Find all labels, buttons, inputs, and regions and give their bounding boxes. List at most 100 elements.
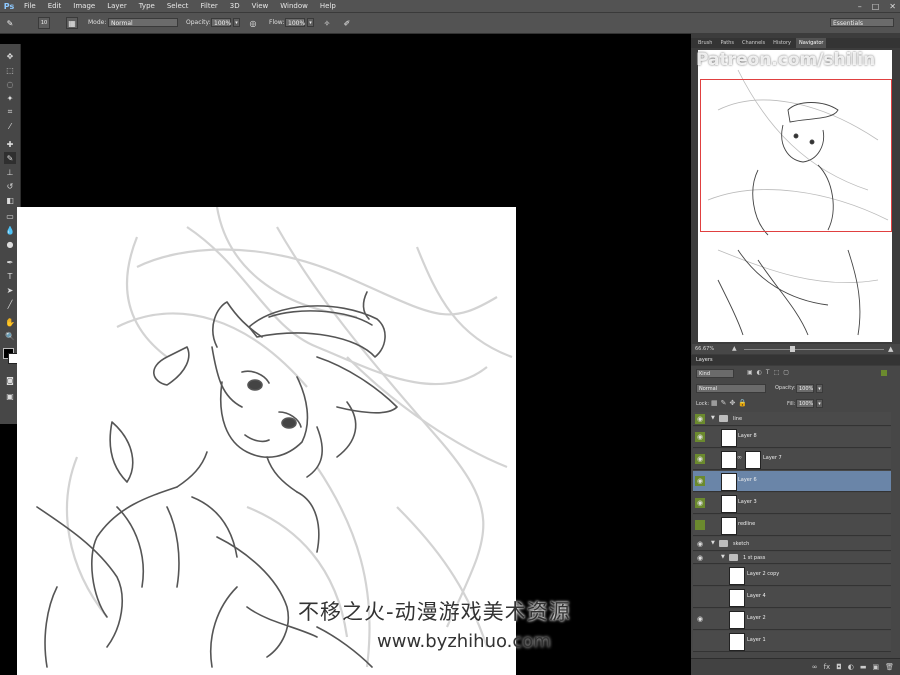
- add-mask-icon[interactable]: ◘: [836, 663, 842, 671]
- layer-row[interactable]: redline: [693, 515, 891, 536]
- minimize-button[interactable]: –: [858, 2, 862, 11]
- new-layer-icon[interactable]: ▣: [872, 663, 879, 671]
- visibility-eye-icon[interactable]: ◉: [695, 498, 705, 508]
- layer-row-selected[interactable]: ◉ Layer 6: [693, 471, 891, 492]
- navigator-zoom-value[interactable]: 66.67%: [695, 346, 714, 352]
- menu-help[interactable]: Help: [314, 0, 342, 12]
- pressure-opacity-icon[interactable]: ◎: [247, 17, 259, 29]
- visibility-eye-icon[interactable]: ◉: [695, 553, 705, 563]
- crop-tool-icon[interactable]: ⌗: [4, 106, 16, 118]
- move-tool-icon[interactable]: ✥: [4, 50, 16, 62]
- mode-select[interactable]: Normal: [108, 18, 178, 27]
- zoom-tool-icon[interactable]: 🔍: [4, 330, 16, 342]
- path-selection-tool-icon[interactable]: ➤: [4, 284, 16, 296]
- layer-group-sketch[interactable]: ◉ ▼ sketch: [693, 537, 891, 551]
- zoom-out-icon[interactable]: ▲: [732, 346, 738, 352]
- brush-size-picker[interactable]: 10: [38, 17, 50, 29]
- expand-arrow-icon[interactable]: ▼: [721, 554, 725, 560]
- shape-tool-icon[interactable]: ╱: [4, 298, 16, 310]
- layers-tab[interactable]: Layers: [696, 357, 713, 363]
- layer-row[interactable]: Layer 4: [693, 587, 891, 608]
- tab-paths[interactable]: Paths: [717, 38, 737, 48]
- blur-tool-icon[interactable]: 💧: [4, 224, 16, 236]
- menu-filter[interactable]: Filter: [194, 0, 223, 12]
- layer-opacity-dropdown-icon[interactable]: ▾: [816, 384, 823, 393]
- maximize-button[interactable]: □: [872, 2, 880, 11]
- visibility-eye-icon[interactable]: [695, 520, 705, 530]
- layer-row[interactable]: ◉ Layer 3: [693, 493, 891, 514]
- visibility-eye-icon[interactable]: ◉: [695, 614, 705, 624]
- layer-filter-icons[interactable]: ▣◐T⬚▢: [747, 369, 793, 376]
- tab-navigator[interactable]: Navigator: [795, 38, 827, 48]
- layer-row[interactable]: Layer 1: [693, 631, 891, 652]
- menu-edit[interactable]: Edit: [42, 0, 68, 12]
- tab-channels[interactable]: Channels: [739, 38, 768, 48]
- layer-style-icon[interactable]: fx: [824, 663, 831, 671]
- link-layers-icon[interactable]: ∞: [812, 663, 818, 671]
- navigator-view-frame[interactable]: [700, 79, 892, 232]
- tab-brush[interactable]: Brush: [695, 38, 715, 48]
- visibility-eye-icon[interactable]: ◉: [695, 432, 705, 442]
- menu-image[interactable]: Image: [67, 0, 101, 12]
- brush-panel-toggle-icon[interactable]: ▦: [66, 17, 78, 29]
- navigator-zoom-slider[interactable]: [744, 349, 884, 350]
- layer-filter-select[interactable]: Kind: [696, 369, 734, 378]
- healing-brush-tool-icon[interactable]: ✚: [4, 138, 16, 150]
- filter-toggle-icon[interactable]: [881, 370, 887, 376]
- layer-group-line[interactable]: ◉ ▼ line: [693, 412, 891, 426]
- menu-select[interactable]: Select: [161, 0, 195, 12]
- marquee-tool-icon[interactable]: ⬚: [4, 64, 16, 76]
- visibility-eye-icon[interactable]: [695, 592, 705, 602]
- type-tool-icon[interactable]: T: [4, 270, 16, 282]
- eraser-tool-icon[interactable]: ◧: [4, 194, 16, 206]
- menu-3d[interactable]: 3D: [224, 0, 246, 12]
- brush-tool-preset-icon[interactable]: ✎: [4, 17, 16, 29]
- zoom-slider-handle[interactable]: [790, 346, 795, 352]
- layer-row[interactable]: ◉ Layer 2: [693, 609, 891, 630]
- layer-row[interactable]: ◉ Layer 8: [693, 427, 891, 448]
- visibility-eye-icon[interactable]: [695, 570, 705, 580]
- menu-view[interactable]: View: [246, 0, 275, 12]
- expand-arrow-icon[interactable]: ▼: [711, 415, 715, 421]
- opacity-dropdown-icon[interactable]: ▾: [233, 18, 240, 27]
- visibility-eye-icon[interactable]: ◉: [695, 539, 705, 549]
- quick-select-tool-icon[interactable]: ✦: [4, 92, 16, 104]
- lasso-tool-icon[interactable]: ◌: [4, 78, 16, 90]
- adjustment-layer-icon[interactable]: ◐: [848, 663, 854, 671]
- expand-arrow-icon[interactable]: ▼: [711, 540, 715, 546]
- menu-type[interactable]: Type: [133, 0, 161, 12]
- workspace-select[interactable]: Essentials: [830, 18, 894, 27]
- tab-history[interactable]: History: [770, 38, 794, 48]
- hand-tool-icon[interactable]: ✋: [4, 316, 16, 328]
- menu-layer[interactable]: Layer: [101, 0, 133, 12]
- screen-mode-icon[interactable]: ▣: [4, 390, 16, 402]
- clone-stamp-tool-icon[interactable]: ⊥: [4, 166, 16, 178]
- pen-tool-icon[interactable]: ✒: [4, 256, 16, 268]
- fill-dropdown-icon[interactable]: ▾: [816, 399, 823, 408]
- menu-window[interactable]: Window: [274, 0, 314, 12]
- flow-dropdown-icon[interactable]: ▾: [307, 18, 314, 27]
- gradient-tool-icon[interactable]: ▭: [4, 210, 16, 222]
- visibility-eye-icon[interactable]: ◉: [695, 454, 705, 464]
- layer-opacity-input[interactable]: 100%: [796, 384, 814, 393]
- zoom-in-icon[interactable]: ▲: [888, 345, 896, 353]
- mask-link-icon[interactable]: ∞: [737, 454, 742, 461]
- layer-row[interactable]: ◉ ∞ Layer 7: [693, 449, 891, 470]
- airbrush-icon[interactable]: ✧: [321, 17, 333, 29]
- visibility-eye-icon[interactable]: ◉: [695, 414, 705, 424]
- dodge-tool-icon[interactable]: ●: [4, 238, 16, 250]
- new-group-icon[interactable]: ▬: [860, 663, 867, 671]
- pressure-size-icon[interactable]: ✐: [341, 17, 353, 29]
- flow-input[interactable]: 100%: [285, 18, 305, 27]
- layer-row[interactable]: Layer 2 copy: [693, 565, 891, 586]
- blend-mode-select[interactable]: Normal: [696, 384, 766, 393]
- visibility-eye-icon[interactable]: ◉: [695, 476, 705, 486]
- opacity-input[interactable]: 100%: [211, 18, 231, 27]
- lock-icons[interactable]: ▦✎✥🔒: [711, 399, 750, 407]
- quick-mask-icon[interactable]: ◙: [4, 374, 16, 386]
- layer-group-1st-pass[interactable]: ◉ ▼ 1 st pass: [693, 552, 891, 564]
- eyedropper-tool-icon[interactable]: ⁄: [4, 120, 16, 132]
- brush-tool-icon[interactable]: ✎: [4, 152, 16, 164]
- menu-file[interactable]: File: [18, 0, 42, 12]
- close-button[interactable]: ✕: [889, 2, 896, 11]
